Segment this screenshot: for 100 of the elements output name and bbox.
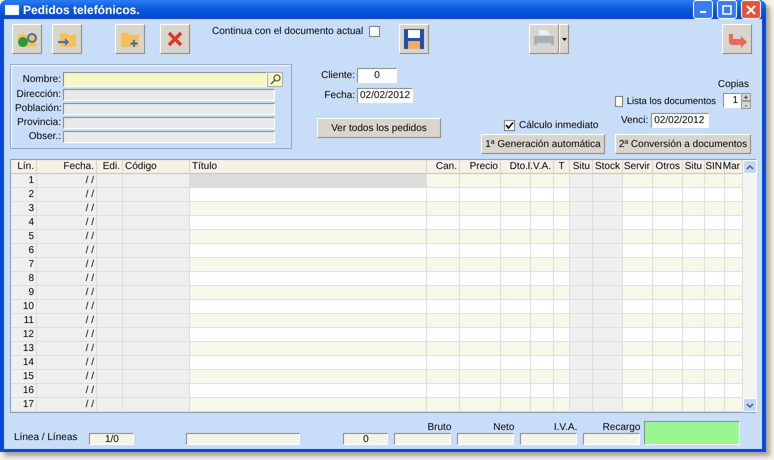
window-title: Pedidos telefónicos.	[23, 2, 141, 16]
cliente-field[interactable]: 0	[357, 68, 397, 82]
table-cell[interactable]	[190, 328, 427, 342]
table-cell	[725, 398, 743, 412]
column-header[interactable]: Situ	[570, 160, 593, 174]
table-cell: / /	[37, 342, 97, 356]
decrement-button[interactable]: -	[741, 101, 751, 109]
dropdown-button[interactable]	[559, 24, 570, 54]
table-cell	[554, 314, 570, 328]
table-cell	[623, 272, 653, 286]
save-button[interactable]	[399, 24, 430, 54]
checkbox[interactable]	[615, 96, 623, 106]
table-cell[interactable]	[190, 300, 427, 314]
input-field[interactable]	[63, 116, 275, 128]
table-cell	[570, 216, 593, 230]
view-orders-button[interactable]: Ver todos los pedidos	[317, 118, 441, 138]
column-header[interactable]: Stock	[593, 160, 623, 174]
column-header[interactable]: T	[554, 160, 570, 174]
table-cell[interactable]	[190, 356, 427, 370]
input-field[interactable]	[63, 102, 275, 114]
table-cell	[501, 342, 531, 356]
table-cell	[554, 398, 570, 412]
table-cell[interactable]	[190, 258, 427, 272]
field-label: Población:	[15, 103, 63, 114]
column-header[interactable]: I.V.A.	[531, 160, 554, 174]
table-cell: 13	[11, 342, 37, 356]
folder-search-button[interactable]	[12, 24, 42, 54]
input-field[interactable]	[63, 72, 267, 87]
generate-button[interactable]: 1ª Generación automática	[481, 134, 605, 154]
table-cell	[427, 300, 460, 314]
table-cell[interactable]	[190, 244, 427, 258]
search-button[interactable]	[267, 72, 283, 87]
checkbox[interactable]	[369, 26, 380, 37]
table-cell	[725, 202, 743, 216]
column-header[interactable]: Edi.	[97, 160, 123, 174]
table-cell	[123, 272, 190, 286]
table-cell	[683, 328, 705, 342]
table-cell[interactable]	[190, 314, 427, 328]
table-cell	[123, 384, 190, 398]
convert-button[interactable]: 2ª Conversión a documentos	[615, 134, 751, 154]
input-field[interactable]	[63, 130, 275, 142]
scroll-down-button[interactable]	[743, 398, 757, 412]
column-header[interactable]: Situ	[683, 160, 705, 174]
table-cell[interactable]	[190, 342, 427, 356]
table-cell	[593, 370, 623, 384]
column-header[interactable]: Dto.	[501, 160, 531, 174]
table-cell[interactable]	[190, 272, 427, 286]
date-field[interactable]: 02/02/2012	[357, 88, 413, 102]
minimize-button[interactable]	[693, 0, 713, 19]
table-cell[interactable]	[190, 286, 427, 300]
column-header[interactable]: Otros	[653, 160, 683, 174]
column-header[interactable]: Lín.	[11, 160, 37, 174]
due-date-field[interactable]: 02/02/2012	[651, 113, 710, 128]
table-cell	[460, 216, 501, 230]
table-cell	[593, 216, 623, 230]
column-header[interactable]: Servir	[623, 160, 653, 174]
table-cell	[570, 314, 593, 328]
table-cell	[593, 174, 623, 188]
table-cell	[623, 188, 653, 202]
exit-button[interactable]	[722, 24, 752, 54]
table-cell: 17	[11, 398, 37, 412]
table-cell	[705, 356, 725, 370]
table-cell	[653, 174, 683, 188]
checkbox[interactable]	[504, 120, 515, 131]
scroll-up-button[interactable]	[743, 160, 757, 174]
table-cell	[570, 398, 593, 412]
table-cell[interactable]	[190, 188, 427, 202]
close-button[interactable]	[741, 0, 761, 19]
new-folder-button[interactable]	[115, 24, 145, 54]
table-cell: 2	[11, 188, 37, 202]
delete-button[interactable]	[160, 24, 190, 54]
maximize-button[interactable]	[717, 0, 737, 19]
folder-return-button[interactable]	[52, 24, 82, 54]
table-cell	[593, 286, 623, 300]
table-cell: 11	[11, 314, 37, 328]
column-header[interactable]: Código	[123, 160, 190, 174]
table-cell[interactable]	[190, 174, 427, 188]
column-header[interactable]: Precio	[460, 160, 501, 174]
table-cell	[725, 342, 743, 356]
input-field[interactable]	[63, 88, 275, 100]
column-header[interactable]: Fecha.	[37, 160, 97, 174]
total-field	[394, 433, 452, 445]
column-header[interactable]: Título	[190, 160, 427, 174]
increment-button[interactable]: +	[741, 93, 751, 101]
table-cell[interactable]	[190, 202, 427, 216]
copies-field[interactable]: 1	[723, 93, 741, 108]
column-header[interactable]: Can.	[427, 160, 460, 174]
table-cell[interactable]	[190, 384, 427, 398]
table-cell	[725, 216, 743, 230]
scrollbar[interactable]	[743, 160, 757, 412]
table-cell[interactable]	[190, 216, 427, 230]
table-cell	[460, 174, 501, 188]
column-header[interactable]: Mar	[725, 160, 743, 174]
table-cell[interactable]	[190, 370, 427, 384]
table-cell: / /	[37, 174, 97, 188]
table-cell[interactable]	[190, 398, 427, 412]
column-header[interactable]: SIN	[705, 160, 725, 174]
table-cell	[705, 272, 725, 286]
table-cell	[123, 258, 190, 272]
table-cell[interactable]	[190, 230, 427, 244]
